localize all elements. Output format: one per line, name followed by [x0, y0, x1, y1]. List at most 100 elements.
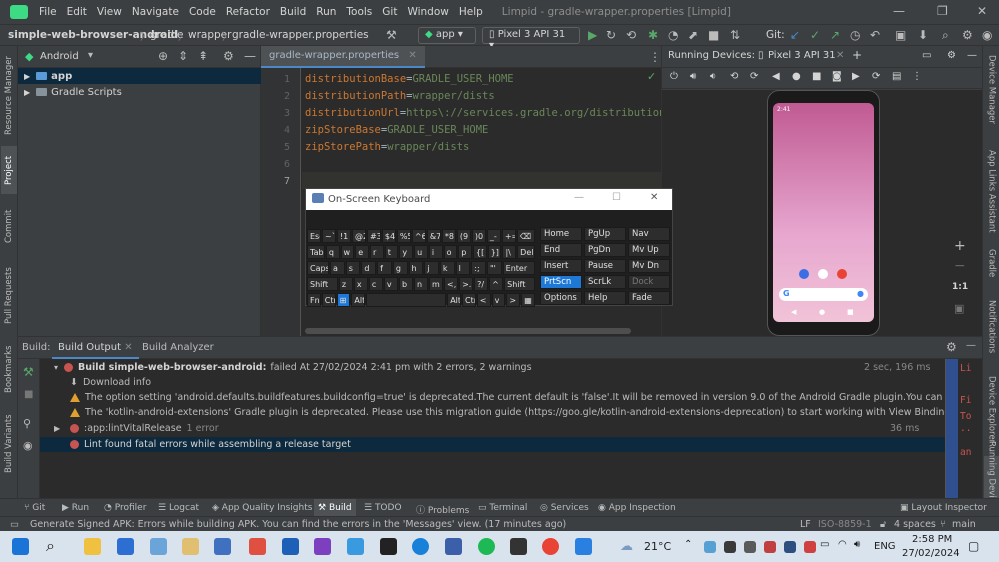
- osk-key[interactable]: b: [398, 277, 413, 291]
- hide-panel-icon[interactable]: —: [966, 340, 976, 351]
- osk-key[interactable]: w: [340, 245, 355, 259]
- hide-panel-icon[interactable]: —: [244, 49, 256, 63]
- hide-panel-icon[interactable]: —: [967, 50, 977, 61]
- visual-studio-icon[interactable]: [314, 538, 331, 555]
- mic-icon[interactable]: ●: [857, 289, 864, 298]
- osk-key[interactable]: t: [384, 245, 399, 259]
- osk-key[interactable]: r: [369, 245, 384, 259]
- osk-key[interactable]: _-: [486, 229, 501, 243]
- tab-services[interactable]: ◎ Services: [540, 503, 589, 513]
- phone-screen[interactable]: 2:41 G ● ◀ ● ■: [773, 103, 874, 322]
- osk-key[interactable]: n: [413, 277, 428, 291]
- osk-key[interactable]: Esc: [307, 229, 321, 243]
- menu-file[interactable]: File: [34, 6, 62, 18]
- debug-icon[interactable]: ✱: [648, 28, 658, 42]
- chevron-down-icon[interactable]: ▾: [54, 363, 64, 372]
- spotify-icon[interactable]: [478, 538, 495, 555]
- osk-key[interactable]: &7: [426, 229, 441, 243]
- tab-layout-inspector[interactable]: ▣ Layout Inspector: [900, 503, 987, 513]
- tab-build-analyzer[interactable]: Build Analyzer: [142, 342, 214, 353]
- tab-gradle[interactable]: Gradle: [984, 242, 999, 284]
- edge-icon[interactable]: [412, 538, 429, 555]
- status-message[interactable]: Generate Signed APK: Errors while buildi…: [30, 519, 566, 530]
- osk-key[interactable]: "': [486, 261, 502, 275]
- osk-key[interactable]: f: [377, 261, 392, 275]
- osk-key[interactable]: ?/: [474, 277, 489, 291]
- osk-nav-key[interactable]: Home: [540, 227, 582, 241]
- zoom-in-icon[interactable]: +: [954, 238, 966, 254]
- menu-refactor[interactable]: Refactor: [221, 6, 275, 18]
- tab-logcat[interactable]: ☰ Logcat: [158, 503, 199, 513]
- minimize-icon[interactable]: —: [893, 4, 905, 18]
- lock-icon[interactable]: 🔓︎: [880, 519, 886, 530]
- phone-back-icon[interactable]: ◀: [791, 308, 796, 316]
- collapse-all-icon[interactable]: ⇞: [198, 49, 208, 63]
- language-indicator[interactable]: ENG: [874, 541, 896, 552]
- osk-nav-key[interactable]: Mv Up: [628, 243, 670, 257]
- osk-key[interactable]: Caps: [307, 261, 330, 275]
- osk-key[interactable]: >: [506, 293, 521, 307]
- indent-setting[interactable]: 4 spaces: [894, 519, 936, 530]
- sdk-manager-icon[interactable]: ⬇: [918, 28, 928, 42]
- breadcrumb-file[interactable]: gradle-wrapper.properties: [232, 29, 369, 41]
- osk-key[interactable]: Fn: [307, 293, 321, 307]
- line-separator[interactable]: LF: [800, 519, 811, 530]
- rollback-icon[interactable]: ↶: [870, 28, 880, 42]
- more-options-icon[interactable]: ⋮: [649, 50, 661, 64]
- osk-key[interactable]: z: [338, 277, 353, 291]
- tree-item-app[interactable]: ▶ app: [18, 68, 261, 84]
- app-icon[interactable]: [214, 538, 231, 555]
- play-store-app-icon[interactable]: [818, 269, 828, 279]
- notepad-icon[interactable]: [182, 538, 199, 555]
- osk-key[interactable]: >.: [459, 277, 474, 291]
- search-icon[interactable]: ⌕: [46, 536, 55, 556]
- volume-icon[interactable]: 🔊︎: [854, 539, 860, 550]
- battery-icon[interactable]: ▭: [820, 539, 829, 550]
- osk-key[interactable]: s: [345, 261, 361, 275]
- tab-notifications[interactable]: Notifications: [984, 294, 999, 360]
- stop-build-icon[interactable]: ■: [24, 389, 33, 400]
- windows-start-icon[interactable]: [12, 538, 29, 555]
- rotate-right-icon[interactable]: ⟳: [750, 71, 758, 82]
- app-icon[interactable]: [347, 538, 364, 555]
- tab-problems[interactable]: ⓘ Problems: [416, 503, 469, 516]
- osk-key[interactable]: ~`: [321, 229, 336, 243]
- build-log-row[interactable]: The 'kotlin-android-extensions' Gradle p…: [40, 405, 960, 420]
- build-result-row[interactable]: ▾ Build simple-web-browser-android: fail…: [40, 360, 960, 375]
- osk-key[interactable]: !1: [336, 229, 351, 243]
- search-icon[interactable]: ⌕: [942, 28, 949, 43]
- build-log-row[interactable]: The option setting 'android.defaults.bui…: [40, 390, 960, 405]
- osk-key[interactable]: k: [439, 261, 455, 275]
- osk-title-bar[interactable]: On-Screen Keyboard — ☐ ✕: [306, 189, 672, 210]
- osk-key[interactable]: $4: [381, 229, 396, 243]
- tray-icon[interactable]: [724, 541, 736, 553]
- run-config-select[interactable]: ◆ app ▾: [418, 27, 476, 44]
- project-view-select[interactable]: Android: [40, 51, 79, 62]
- expand-all-icon[interactable]: ⇕: [178, 49, 188, 63]
- tab-run[interactable]: ▶ Run: [62, 503, 89, 513]
- tray-icon[interactable]: [764, 541, 776, 553]
- menu-help[interactable]: Help: [454, 6, 488, 18]
- osk-key[interactable]: q: [325, 245, 340, 259]
- power-icon[interactable]: ⏻: [670, 71, 678, 82]
- chevron-right-icon[interactable]: ▶: [24, 72, 30, 81]
- build-log-row[interactable]: Lint found fatal errors while assembling…: [40, 437, 960, 452]
- snapshot-icon[interactable]: ⟳: [872, 71, 880, 82]
- osk-key[interactable]: @2: [351, 229, 366, 243]
- code-line[interactable]: zipStorePath=wrapper/dists: [305, 141, 469, 153]
- osk-nav-key[interactable]: Fade: [628, 291, 670, 305]
- osk-key[interactable]: Tab: [307, 245, 325, 259]
- history-icon[interactable]: ◷: [850, 28, 860, 42]
- osk-key[interactable]: j: [424, 261, 439, 275]
- volume-down-icon[interactable]: 🔉︎: [710, 71, 716, 82]
- osk-key[interactable]: {[: [473, 245, 487, 259]
- zoom-out-icon[interactable]: −: [954, 258, 966, 274]
- menu-build[interactable]: Build: [275, 6, 311, 18]
- osk-key[interactable]: o: [443, 245, 458, 259]
- build-log-row[interactable]: ▶ :app:lintVitalRelease 1 error 36 ms: [40, 421, 960, 436]
- tab-device-explorer[interactable]: Device Explorer: [984, 374, 999, 446]
- osk-key[interactable]: Ctrl: [321, 293, 336, 307]
- tab-commit[interactable]: Commit: [1, 201, 17, 251]
- tray-chevron-icon[interactable]: ⌃: [684, 539, 692, 550]
- git-branch[interactable]: main: [952, 519, 976, 530]
